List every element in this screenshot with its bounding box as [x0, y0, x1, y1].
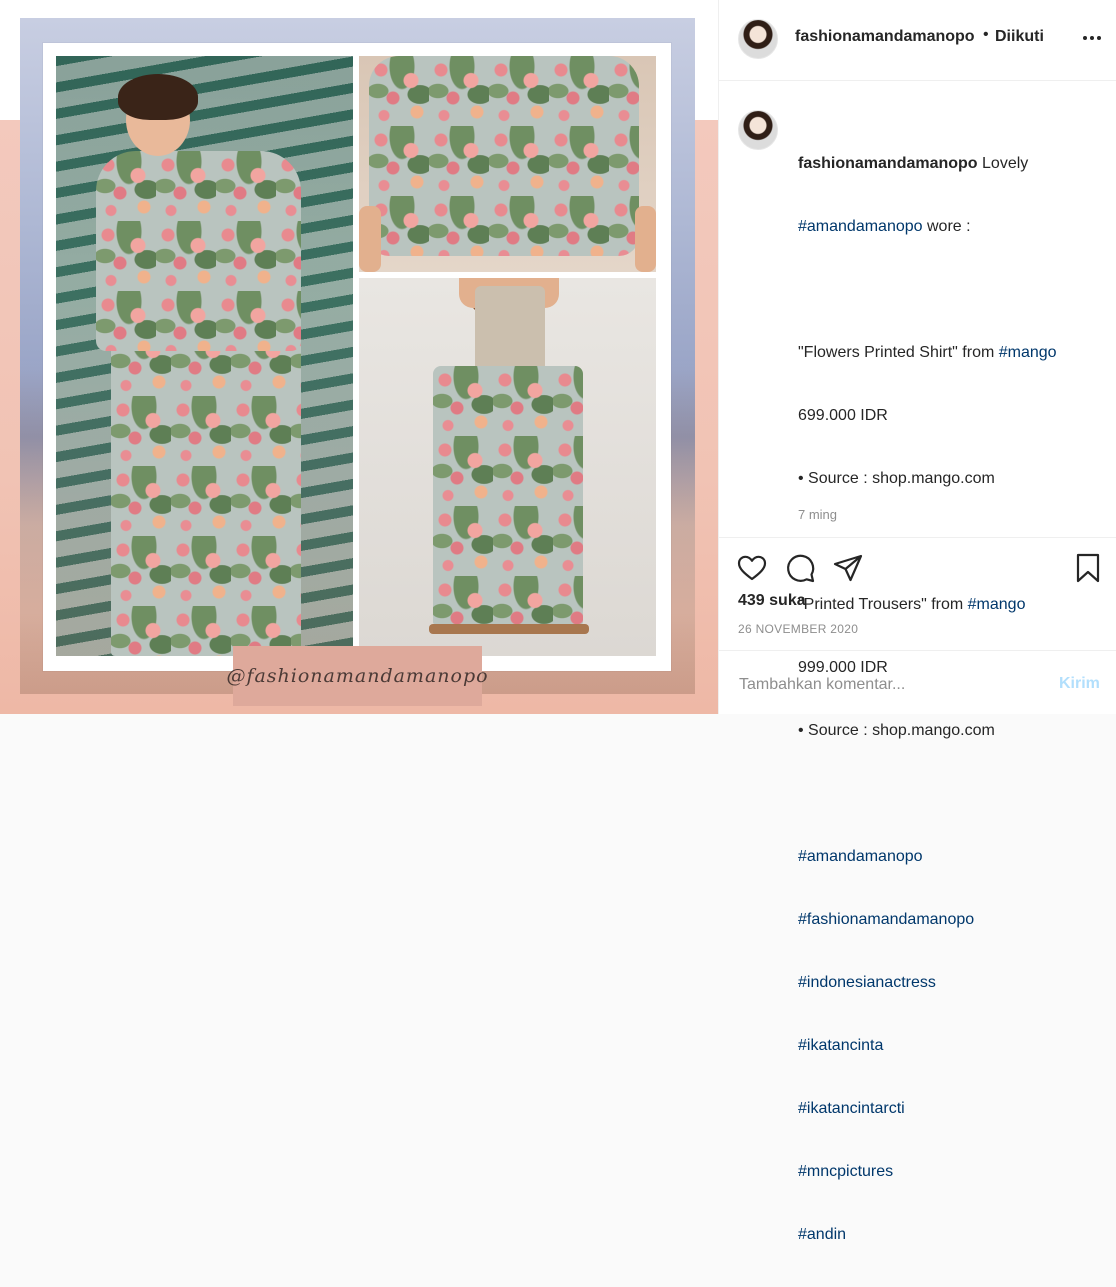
hashtag-link[interactable]: #andin: [798, 1224, 1098, 1245]
shirt-product-photo: [359, 56, 656, 272]
watermark-label: @fashionamandamanopo: [226, 646, 488, 706]
heart-icon[interactable]: [736, 552, 768, 584]
hashtag-link[interactable]: #mncpictures: [798, 1161, 1098, 1182]
woman-hair: [118, 74, 198, 120]
more-options-icon[interactable]: [1080, 28, 1104, 48]
hashtag-link[interactable]: #ikatancintarcti: [798, 1098, 1098, 1119]
item2-name: "Printed Trousers" from: [798, 596, 968, 613]
header-username[interactable]: fashionamandamanopo: [795, 28, 975, 46]
avatar[interactable]: [738, 19, 778, 59]
follow-status-button[interactable]: Diikuti: [995, 28, 1044, 46]
hashtag-link[interactable]: #fashionamandamanopo: [798, 909, 1098, 930]
hashtag-link[interactable]: #amandamanopo: [798, 846, 1098, 867]
separator-dot: •: [983, 26, 989, 43]
item2-source: • Source : shop.mango.com: [798, 722, 995, 739]
floral-shirt: [96, 151, 301, 351]
arm-left: [359, 206, 381, 272]
floral-shirt-product: [369, 56, 639, 256]
caption-line2: wore :: [922, 218, 971, 235]
bookmark-icon[interactable]: [1072, 552, 1104, 584]
hashtag-link[interactable]: #mango: [999, 344, 1057, 361]
post-side-panel: fashionamandamanopo • Diikuti fashionama…: [718, 0, 1116, 1243]
caption-area: fashionamandamanopo Lovely #amandamanopo…: [719, 81, 1116, 1243]
main-photo: [56, 56, 353, 656]
post-header: fashionamandamanopo • Diikuti: [719, 0, 1116, 81]
post-media[interactable]: @fashionamandamanopo: [0, 0, 718, 714]
post-comment-button[interactable]: Kirim: [1059, 675, 1100, 693]
hashtag-link[interactable]: #mango: [968, 596, 1026, 613]
comment-icon[interactable]: [784, 552, 816, 584]
knit-top: [475, 286, 545, 368]
caption-line1: Lovely: [977, 155, 1029, 172]
comment-bar: Kirim: [719, 650, 1116, 715]
action-bar: [719, 537, 1116, 598]
share-icon[interactable]: [832, 552, 864, 584]
comment-input[interactable]: [737, 669, 1041, 701]
hashtag-link[interactable]: #amandamanopo: [798, 218, 923, 235]
caption-avatar[interactable]: [738, 110, 778, 150]
feet: [429, 624, 589, 634]
hashtag-link[interactable]: #indonesianactress: [798, 972, 1098, 993]
item1-name: "Flowers Printed Shirt" from: [798, 344, 999, 361]
time-ago[interactable]: 7 ming: [798, 507, 837, 522]
arm-right: [635, 206, 656, 272]
floral-trousers: [433, 366, 583, 624]
pants-product-photo: [359, 278, 656, 656]
item1-source: • Source : shop.mango.com: [798, 470, 995, 487]
item1-price: 699.000 IDR: [798, 407, 888, 424]
caption-username[interactable]: fashionamandamanopo: [798, 155, 978, 172]
floral-pants: [111, 326, 301, 656]
hashtag-link[interactable]: #ikatancinta: [798, 1035, 1098, 1056]
like-count[interactable]: 439 suka: [738, 592, 806, 610]
post-date: 26 NOVEMBER 2020: [738, 622, 859, 636]
